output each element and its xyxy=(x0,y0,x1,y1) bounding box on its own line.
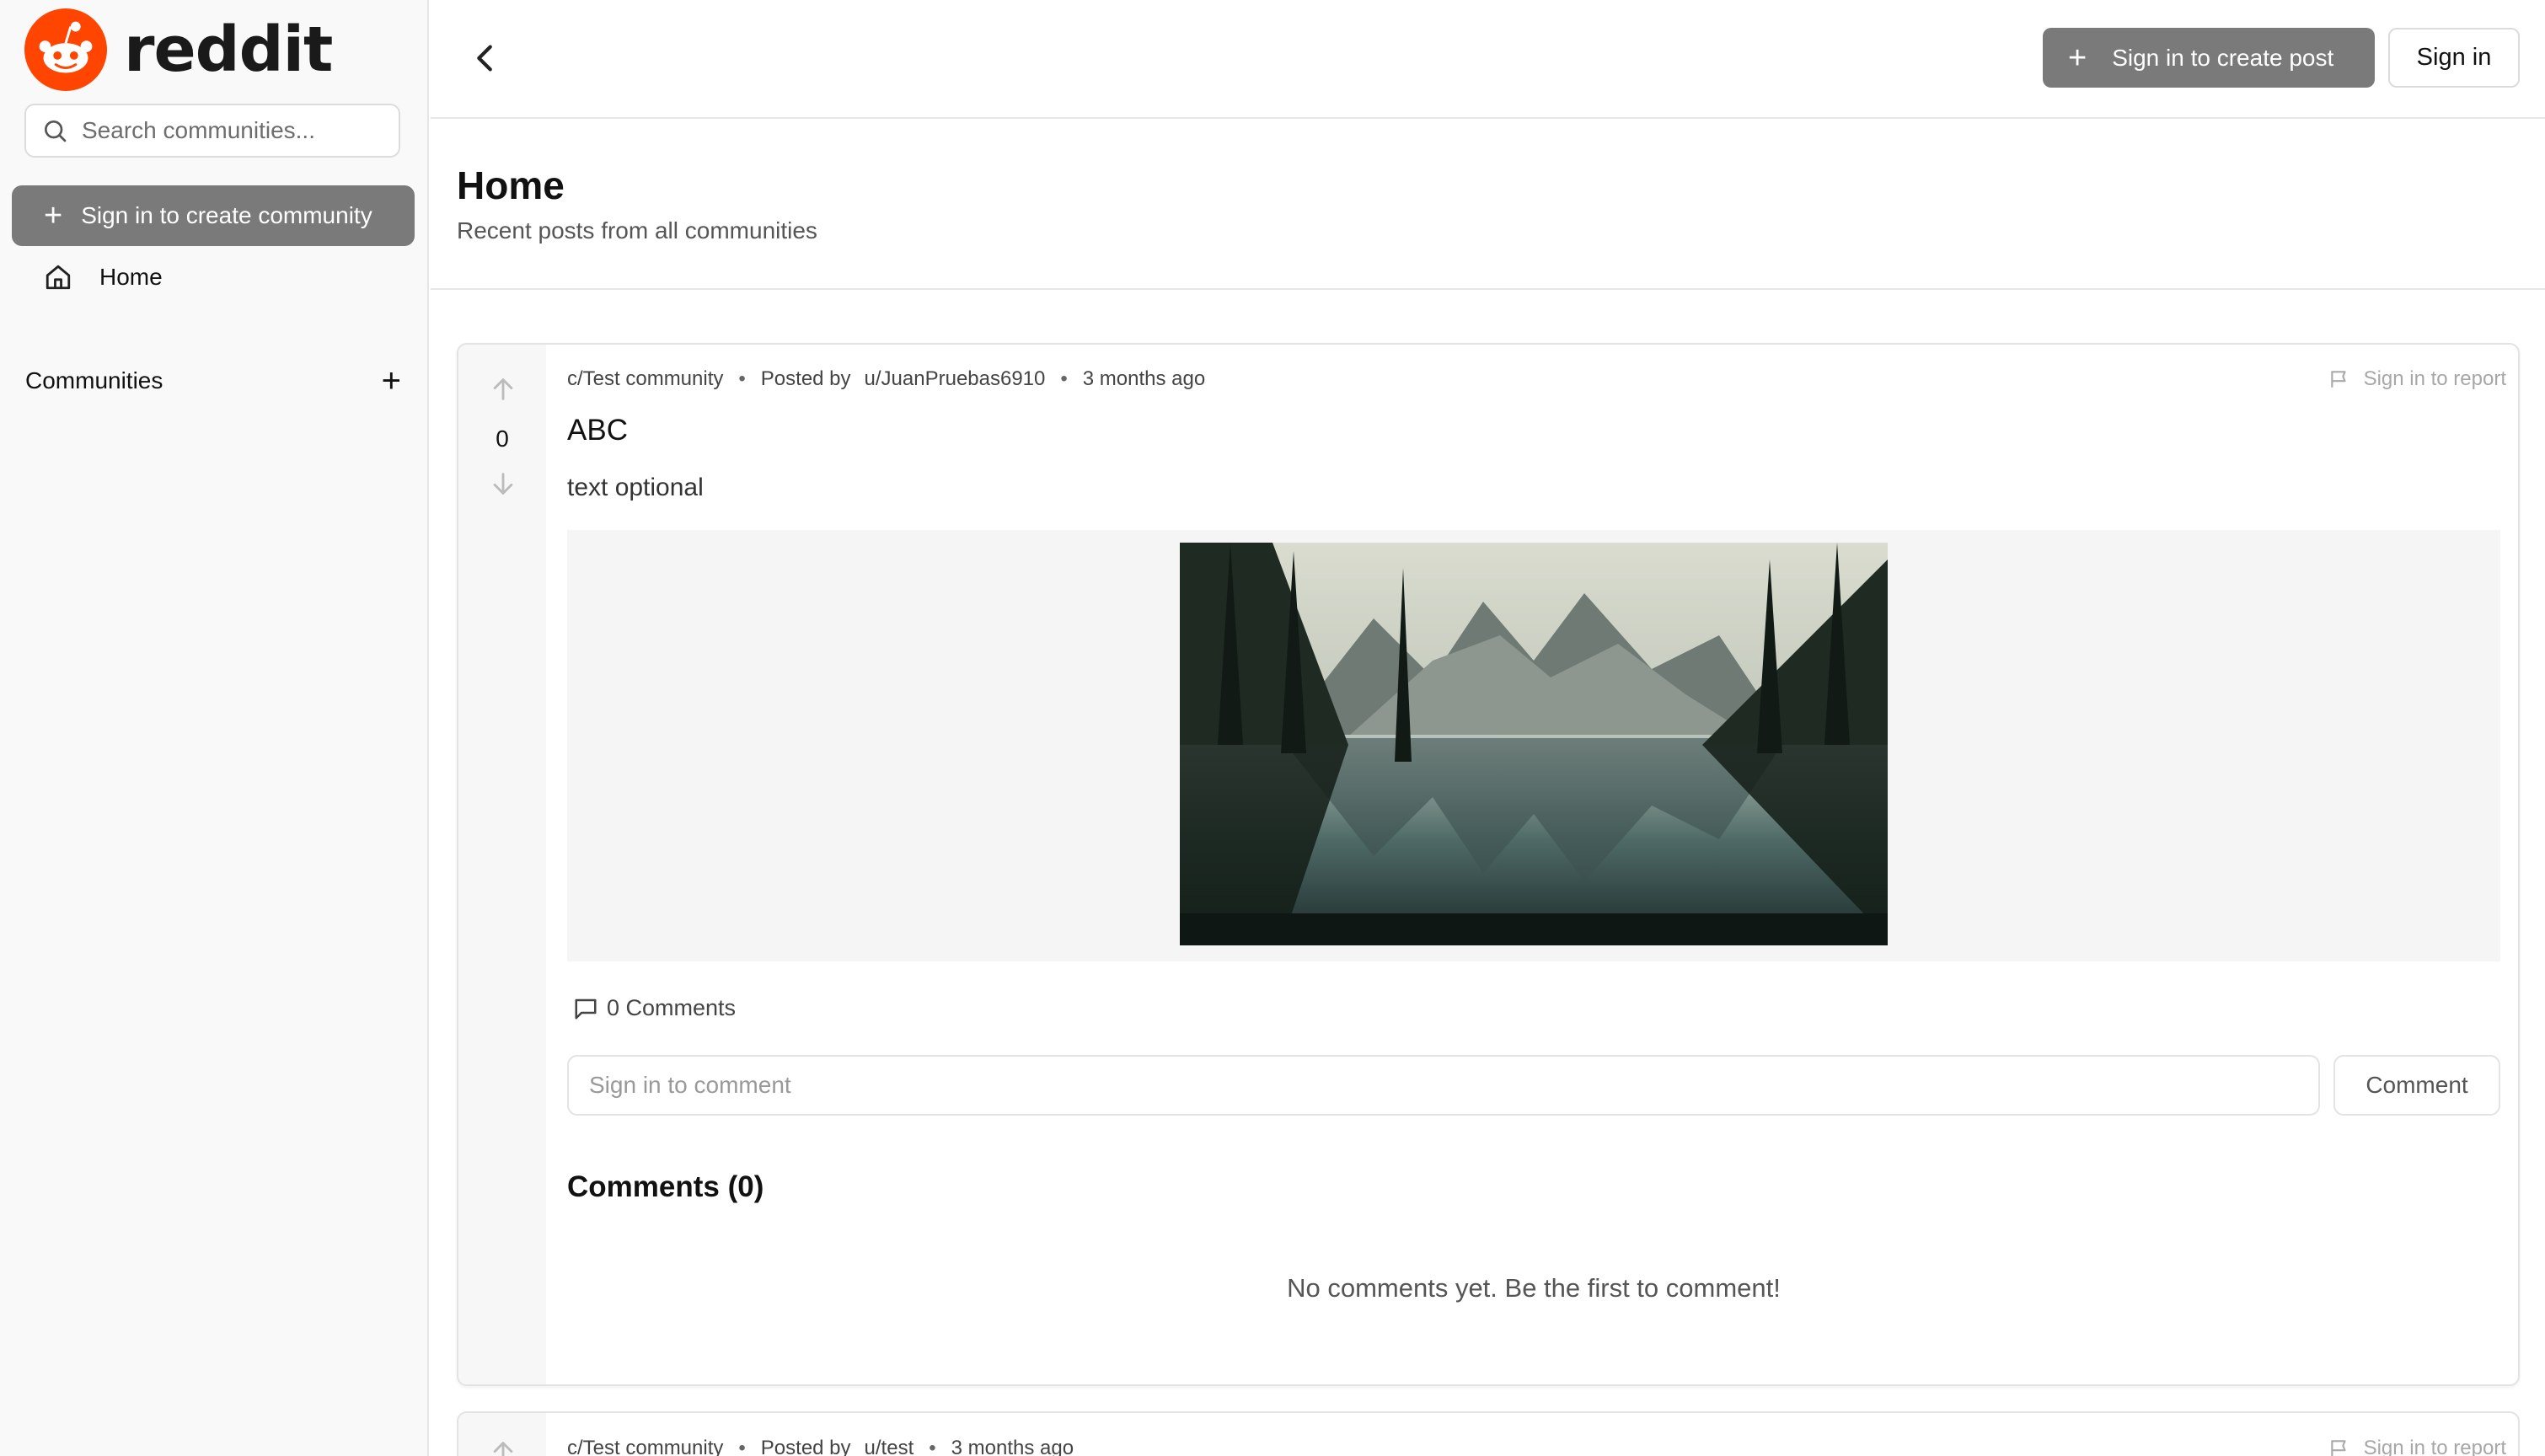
community-search[interactable] xyxy=(24,104,400,158)
search-icon xyxy=(45,120,67,142)
post-body: text optional xyxy=(567,474,704,501)
comment-button[interactable]: Comment xyxy=(2333,1055,2500,1116)
separator-dot: • xyxy=(738,367,746,390)
post-image[interactable] xyxy=(1180,543,1888,945)
post-time: 3 months ago xyxy=(1082,367,1206,390)
page-subtitle: Recent posts from all communities xyxy=(457,217,817,244)
post-media xyxy=(567,530,2500,961)
create-post-button[interactable]: + Sign in to create post xyxy=(2043,28,2375,88)
plus-icon: + xyxy=(44,198,63,233)
comments-heading: Comments (0) xyxy=(567,1170,764,1203)
comment-input[interactable] xyxy=(567,1055,2320,1116)
comments-count[interactable]: 0 Comments xyxy=(573,995,736,1021)
post-meta: c/Test community • Posted by u/test • 3 … xyxy=(567,1437,1074,1456)
empty-comments-message: No comments yet. Be the first to comment… xyxy=(1287,1273,1781,1303)
logo-text: reddit xyxy=(124,13,333,86)
report-button[interactable]: Sign in to report xyxy=(2328,367,2506,391)
reddit-logo[interactable]: reddit xyxy=(24,8,333,91)
post-time: 3 months ago xyxy=(951,1437,1074,1456)
sign-in-button[interactable]: Sign in xyxy=(2388,28,2520,88)
community-link[interactable]: c/Test community xyxy=(567,1437,723,1456)
page-title: Home xyxy=(457,163,565,207)
sidebar-item-home[interactable]: Home xyxy=(44,263,163,292)
report-button[interactable]: Sign in to report xyxy=(2328,1437,2506,1456)
posted-by-label: Posted by xyxy=(760,1437,851,1456)
post-card: c/Test community • Posted by u/test • 3 … xyxy=(457,1411,2520,1456)
create-community-label: Sign in to create community xyxy=(81,202,372,228)
top-bar: + Sign in to create post Sign in xyxy=(431,0,2545,119)
report-label: Sign in to report xyxy=(2363,1437,2506,1456)
add-community-icon[interactable]: + xyxy=(382,364,401,398)
communities-section: Communities + xyxy=(25,364,401,398)
vote-column xyxy=(458,1413,546,1456)
home-icon xyxy=(46,265,71,290)
author-link[interactable]: u/JuanPruebas6910 xyxy=(865,367,1046,391)
back-icon[interactable] xyxy=(466,39,505,78)
flag-icon xyxy=(2330,371,2346,388)
author-link[interactable]: u/test xyxy=(865,1437,914,1456)
create-post-label: Sign in to create post xyxy=(2112,44,2334,71)
communities-label: Communities xyxy=(25,367,163,393)
create-community-button[interactable]: + Sign in to create community xyxy=(12,185,415,246)
comments-count-label: 0 Comments xyxy=(607,995,737,1020)
vote-column: 0 xyxy=(458,345,546,1384)
post-title[interactable]: ABC xyxy=(567,414,628,447)
page-header: Home Recent posts from all communities xyxy=(431,119,2545,290)
post-card: 0 c/Test community • Posted by u/JuanPru… xyxy=(457,343,2520,1386)
posted-by-label: Posted by xyxy=(760,367,851,390)
reddit-logo-icon xyxy=(24,8,107,91)
vote-count: 0 xyxy=(496,426,509,452)
sidebar-item-home-label: Home xyxy=(99,264,163,290)
search-input[interactable] xyxy=(82,117,394,144)
sidebar: reddit + Sign in to create community Hom… xyxy=(0,0,429,1456)
separator-dot: • xyxy=(929,1437,936,1456)
flag-icon xyxy=(2330,1440,2346,1456)
comment-icon xyxy=(575,998,597,1019)
separator-dot: • xyxy=(1060,367,1068,390)
post-meta: c/Test community • Posted by u/JuanPrueb… xyxy=(567,367,1205,391)
upvote-icon[interactable] xyxy=(489,1438,517,1456)
report-label: Sign in to report xyxy=(2363,367,2506,390)
plus-icon: + xyxy=(2068,40,2087,76)
separator-dot: • xyxy=(738,1437,746,1456)
downvote-icon[interactable] xyxy=(489,469,517,498)
community-link[interactable]: c/Test community xyxy=(567,367,723,391)
upvote-icon[interactable] xyxy=(489,375,517,404)
